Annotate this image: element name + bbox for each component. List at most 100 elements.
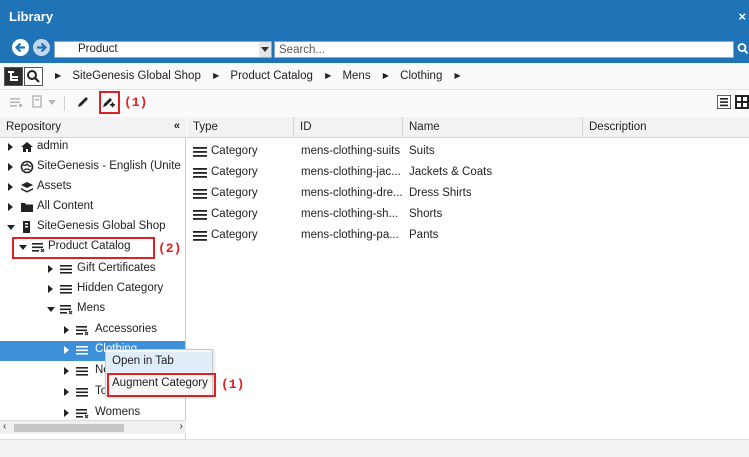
toolbar-divider [64, 96, 65, 111]
category-icon [76, 388, 88, 397]
column-header-id[interactable]: ID [294, 117, 403, 138]
expand-arrow-icon[interactable] [48, 265, 53, 273]
collapse-panel-icon[interactable]: « [174, 120, 180, 132]
list-view-icon[interactable] [717, 95, 731, 109]
chevron-down-icon[interactable] [259, 42, 271, 57]
arrow-left-icon [14, 42, 25, 53]
find-button[interactable] [24, 67, 43, 86]
table-row[interactable]: Category mens-clothing-sh... Shorts [187, 204, 749, 225]
table-row[interactable]: Category mens-clothing-suits Suits [187, 141, 749, 162]
expand-arrow-icon[interactable] [8, 163, 13, 171]
close-icon[interactable]: × [738, 9, 746, 24]
grid-view-icon[interactable] [735, 95, 749, 109]
expand-arrow-icon[interactable] [64, 409, 69, 417]
category-icon [60, 285, 72, 294]
table-row[interactable]: Category mens-clothing-pa... Pants [187, 225, 749, 246]
cell-name: Shorts [409, 208, 443, 220]
cell-type: Category [211, 166, 258, 178]
breadcrumb-separator: ▶ [213, 71, 220, 80]
tree-item-accessories[interactable]: Accessories [0, 321, 185, 341]
column-header-type[interactable]: Type [187, 117, 294, 138]
table-row[interactable]: Category mens-clothing-jac... Jackets & … [187, 162, 749, 183]
breadcrumb-item-site[interactable]: SiteGenesis Global Shop [72, 70, 201, 82]
tree-item-sitegenesis-global-shop[interactable]: SiteGenesis Global Shop [0, 218, 185, 238]
tree-item-assets[interactable]: Assets [0, 178, 185, 198]
tree-item-gift-certificates[interactable]: Gift Certificates [0, 260, 185, 280]
tree-item-all-content[interactable]: All Content [0, 198, 185, 218]
repository-title: Repository [6, 121, 61, 133]
catalog-icon [76, 409, 89, 419]
catalog-icon [60, 305, 73, 315]
arrow-right-icon [37, 42, 48, 53]
breadcrumb-separator: ▶ [382, 71, 389, 80]
new-item-icon[interactable] [31, 95, 45, 109]
breadcrumb-separator: ▶ [55, 71, 62, 80]
breadcrumb-item-mens[interactable]: Mens [342, 70, 370, 82]
breadcrumb-item-clothing[interactable]: Clothing [400, 70, 442, 82]
tree-item-sitegenesis-english[interactable]: SiteGenesis - English (Unite [0, 158, 185, 178]
expand-arrow-icon[interactable] [64, 388, 69, 396]
expand-arrow-icon[interactable] [64, 346, 69, 354]
scroll-left-icon[interactable]: ‹ [3, 421, 6, 432]
expand-arrow-icon[interactable] [64, 367, 69, 375]
column-header-name[interactable]: Name [403, 117, 583, 138]
breadcrumb-bar: ▶ SiteGenesis Global Shop ▶ Product Cata… [0, 63, 749, 90]
search-input[interactable] [274, 41, 734, 58]
tree-item-hidden-category[interactable]: Hidden Category [0, 280, 185, 300]
cell-id: mens-clothing-dre... [301, 187, 403, 199]
context-select[interactable]: Product [54, 41, 272, 58]
status-bar [0, 439, 749, 457]
tree-item-label: Womens [95, 406, 141, 418]
table-row[interactable]: Category mens-clothing-dre... Dress Shir… [187, 183, 749, 204]
category-icon [193, 147, 207, 157]
tree-icon [5, 68, 22, 85]
tree-item-label: Assets [37, 180, 72, 192]
category-icon [193, 189, 207, 199]
expand-arrow-icon[interactable] [8, 203, 13, 211]
expand-arrow-icon[interactable] [8, 183, 13, 191]
cell-id: mens-clothing-sh... [301, 208, 399, 220]
navigation-bar: Product [0, 34, 749, 63]
search-icon[interactable] [737, 42, 749, 56]
grid-header: Type ID Name Description [187, 117, 749, 138]
tree-item-label: admin [37, 140, 69, 152]
annotation-callout-1: (1) [124, 95, 148, 110]
collapse-arrow-icon[interactable] [7, 225, 15, 230]
cell-type: Category [211, 145, 258, 157]
category-icon [193, 231, 207, 241]
back-button[interactable] [12, 39, 29, 56]
tree-view-button[interactable] [4, 67, 23, 86]
annotation-callout-2: (2) [158, 241, 182, 256]
tree-item-mens[interactable]: Mens [0, 300, 185, 320]
tree-item-label: All Content [37, 200, 94, 212]
tree-item-label: Accessories [95, 323, 157, 335]
expand-arrow-icon[interactable] [8, 143, 13, 151]
scroll-right-icon[interactable]: › [180, 421, 183, 432]
edit-icon[interactable] [76, 95, 90, 109]
tree-item-label: Gift Certificates [77, 262, 156, 274]
horizontal-scrollbar[interactable]: ‹ › [0, 420, 186, 434]
collapse-arrow-icon[interactable] [47, 307, 55, 312]
expand-arrow-icon[interactable] [48, 285, 53, 293]
magnifier-icon [27, 70, 40, 83]
menu-item-open-in-tab[interactable]: Open in Tab [106, 352, 212, 372]
cell-id: mens-clothing-jac... [301, 166, 401, 178]
new-category-icon[interactable] [9, 95, 23, 109]
annotation-callout-1-menu: (1) [221, 377, 245, 392]
site-icon [23, 221, 30, 233]
expand-arrow-icon[interactable] [64, 326, 69, 334]
breadcrumb-separator: ▶ [454, 71, 461, 80]
forward-button[interactable] [33, 39, 50, 56]
cell-name: Suits [409, 145, 435, 157]
breadcrumb-item-catalog[interactable]: Product Catalog [230, 70, 312, 82]
breadcrumb-separator: ▶ [325, 71, 332, 80]
breadcrumb: ▶ SiteGenesis Global Shop ▶ Product Cata… [55, 70, 469, 82]
cell-name: Pants [409, 229, 439, 241]
cell-id: mens-clothing-pa... [301, 229, 399, 241]
tree-item-label: Mens [77, 302, 106, 314]
tree-item-admin[interactable]: admin [0, 138, 185, 158]
annotation-highlight-augment [107, 373, 216, 397]
column-header-description[interactable]: Description [583, 117, 749, 138]
scrollbar-thumb[interactable] [14, 424, 124, 432]
chevron-down-icon[interactable] [48, 100, 56, 106]
